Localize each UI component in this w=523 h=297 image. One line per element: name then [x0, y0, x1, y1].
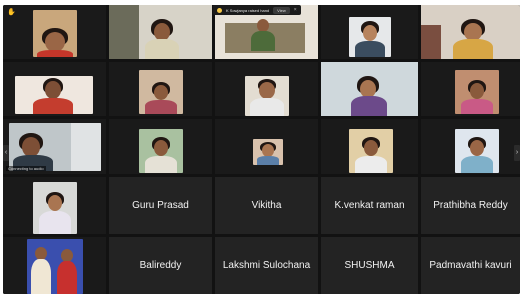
participant-name: Balireddy: [139, 260, 182, 271]
participant-name: K.venkat raman: [334, 200, 405, 211]
participant-name-tile[interactable]: Vikitha: [215, 177, 318, 234]
participant-name-tile[interactable]: Balireddy: [109, 237, 212, 294]
participant-video-tile[interactable]: [3, 177, 106, 234]
participant-video-tile[interactable]: ✋: [3, 5, 106, 59]
active-speaker-tile[interactable]: [109, 62, 212, 116]
participant-video: [139, 70, 183, 114]
participant-video: [349, 129, 393, 173]
chevron-right-icon[interactable]: ›: [514, 145, 520, 161]
connecting-status: Connecting to audio: [6, 166, 46, 171]
participant-name: Guru Prasad: [132, 200, 189, 211]
participant-name: Lakshmi Sulochana: [222, 260, 311, 271]
view-button[interactable]: View: [273, 6, 290, 14]
video-gallery: ✋ Connecting to audio ‹ › Guru Prasad Vi…: [3, 5, 520, 294]
participant-name-tile[interactable]: Padmavathi kavuri: [421, 237, 520, 294]
raised-hand-notification: K Sowjanya raised hand View ×: [213, 5, 301, 15]
participant-video-tile[interactable]: [109, 119, 212, 174]
participant-name: SHUSHMA: [344, 260, 395, 271]
participant-video-tile[interactable]: [215, 62, 318, 116]
participant-name-tile[interactable]: SHUSHMA: [321, 237, 418, 294]
participant-video-tile[interactable]: [421, 5, 520, 59]
notification-text: K Sowjanya raised hand: [226, 7, 270, 13]
participant-video: [27, 239, 83, 294]
close-icon[interactable]: ×: [294, 7, 297, 13]
participant-video-tile[interactable]: [3, 237, 106, 294]
participant-name: Prathibha Reddy: [433, 200, 508, 211]
participant-video-tile[interactable]: [321, 62, 418, 116]
raised-hand-icon: [217, 7, 222, 13]
participant-video: [33, 10, 77, 57]
raised-hand-icon: ✋: [7, 9, 16, 16]
participant-video-tile[interactable]: Connecting to audio: [3, 119, 106, 174]
participant-video: [15, 76, 93, 114]
participant-name-tile[interactable]: K.venkat raman: [321, 177, 418, 234]
participant-video-tile[interactable]: [215, 119, 318, 174]
participant-video: [349, 17, 391, 57]
participant-name: Padmavathi kavuri: [429, 260, 512, 271]
participant-video: [9, 123, 101, 171]
participant-name-tile[interactable]: Prathibha Reddy: [421, 177, 520, 234]
participant-video-tile[interactable]: [321, 119, 418, 174]
participant-video-tile[interactable]: [321, 5, 418, 59]
participant-video-tile[interactable]: [3, 62, 106, 116]
participant-video: [455, 70, 499, 114]
participant-video: [33, 182, 77, 234]
participant-video-tile[interactable]: [109, 5, 212, 59]
participant-video: [245, 76, 289, 116]
participant-video: [253, 139, 283, 165]
participant-name-tile[interactable]: Guru Prasad: [109, 177, 212, 234]
participant-video-tile[interactable]: [421, 119, 520, 174]
participant-video: [139, 129, 183, 173]
chevron-left-icon[interactable]: ‹: [3, 145, 9, 161]
participant-name: Vikitha: [251, 200, 282, 211]
participant-name-tile[interactable]: Lakshmi Sulochana: [215, 237, 318, 294]
participant-video: [455, 129, 499, 173]
participant-video-tile[interactable]: [421, 62, 520, 116]
